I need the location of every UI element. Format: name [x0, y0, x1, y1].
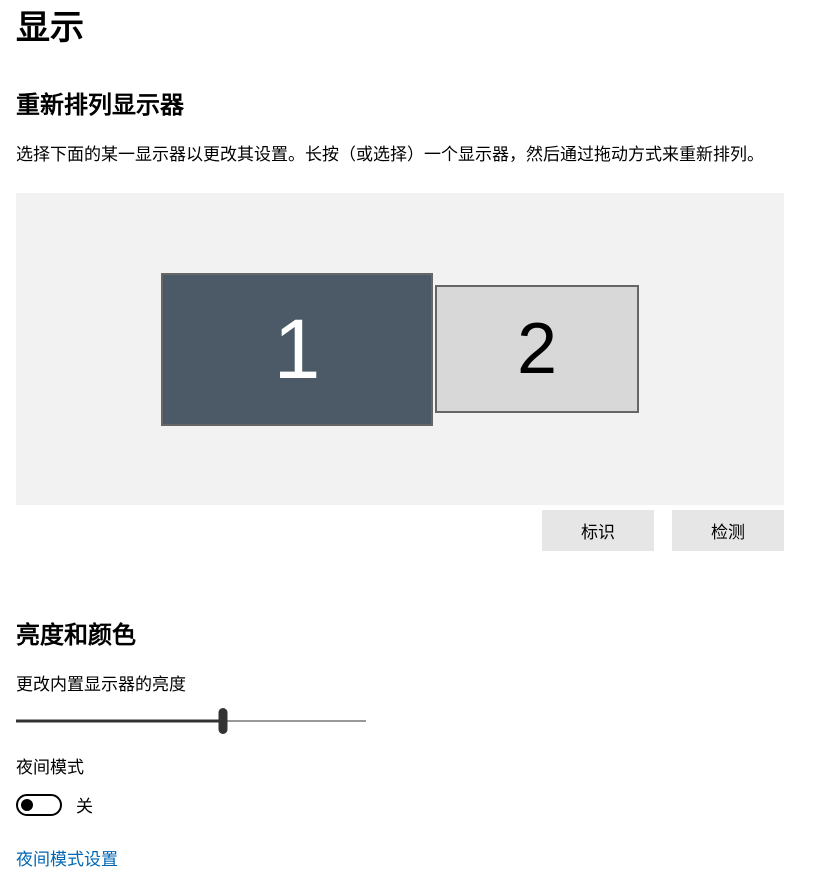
display-arrange-area: 1 2	[16, 193, 784, 505]
night-mode-label: 夜间模式	[16, 753, 813, 778]
brightness-slider[interactable]	[16, 709, 366, 733]
night-mode-settings-link[interactable]: 夜间模式设置	[16, 845, 118, 870]
identify-button[interactable]: 标识	[542, 510, 654, 551]
rearrange-heading: 重新排列显示器	[16, 85, 813, 120]
detect-button[interactable]: 检测	[672, 510, 784, 551]
slider-thumb[interactable]	[218, 708, 227, 734]
rearrange-description: 选择下面的某一显示器以更改其设置。长按（或选择）一个显示器，然后通过拖动方式来重…	[16, 140, 813, 165]
page-title: 显示	[16, 0, 813, 49]
brightness-slider-label: 更改内置显示器的亮度	[16, 670, 813, 695]
night-mode-state: 关	[76, 792, 93, 817]
toggle-knob	[21, 799, 33, 811]
monitor-tile-2[interactable]: 2	[435, 285, 639, 413]
brightness-heading: 亮度和颜色	[16, 615, 813, 650]
monitor-tile-1[interactable]: 1	[161, 273, 433, 426]
slider-track-fill	[16, 720, 223, 723]
arrange-button-row: 标识 检测	[16, 510, 784, 551]
night-mode-toggle[interactable]	[16, 794, 62, 816]
monitors-container: 1 2	[161, 273, 639, 426]
